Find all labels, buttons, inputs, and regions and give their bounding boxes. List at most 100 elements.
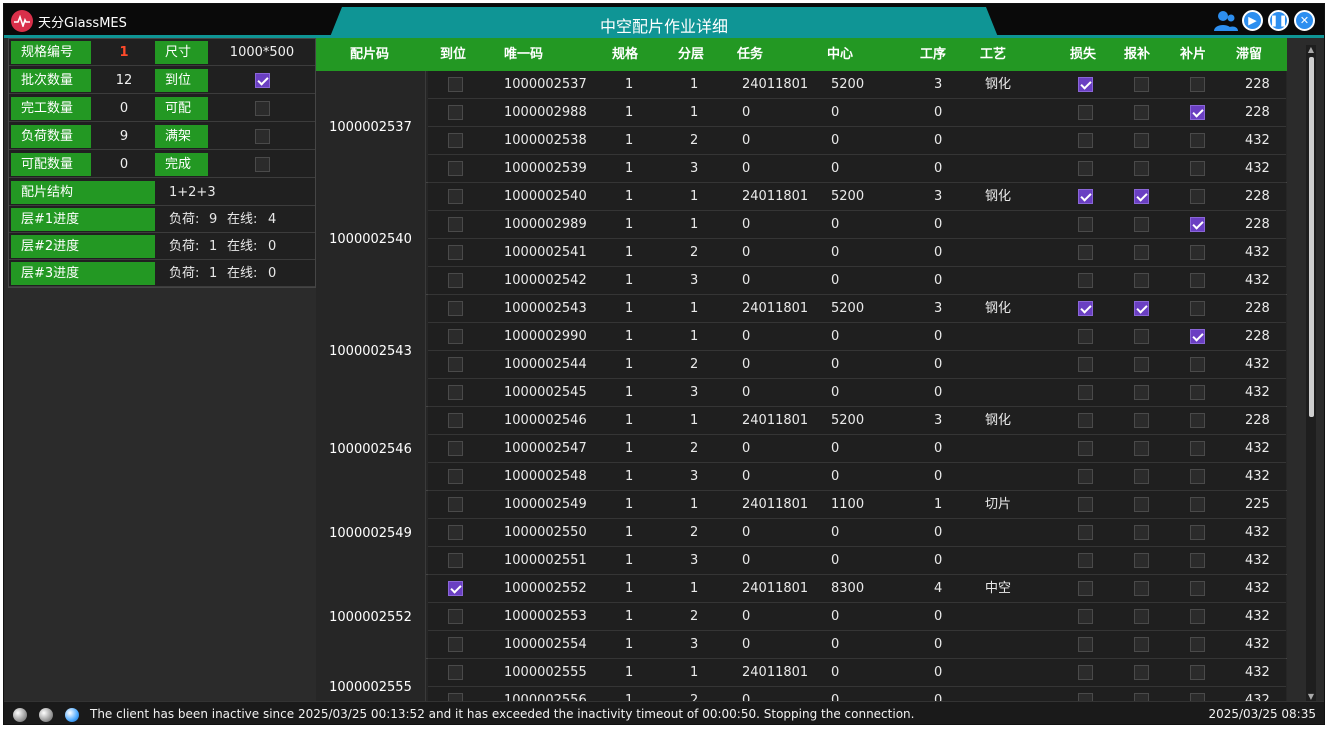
arrive-checkbox[interactable] [448,637,463,652]
arrive-checkbox[interactable] [448,553,463,568]
table-row[interactable]: 1000002542 1 3 0 0 0 432 [428,267,1286,295]
report-checkbox[interactable] [1134,525,1149,540]
loss-checkbox[interactable] [1078,385,1093,400]
pairing-code[interactable]: 1000002552 [316,575,426,659]
patch-checkbox[interactable] [1190,301,1205,316]
loss-checkbox[interactable] [1078,245,1093,260]
loss-checkbox[interactable] [1078,357,1093,372]
patch-checkbox[interactable] [1190,469,1205,484]
pause-icon[interactable]: ❚❚ [1268,10,1289,31]
loss-checkbox[interactable] [1078,497,1093,512]
status-checkbox[interactable] [254,73,270,88]
table-row[interactable]: 1000002548 1 3 0 0 0 432 [428,463,1286,491]
arrive-checkbox[interactable] [448,77,463,92]
table-row[interactable]: 1000002540 1 1 24011801 5200 3 钢化 228 [428,183,1286,211]
close-icon[interactable]: ✕ [1294,10,1315,31]
pairing-code[interactable]: 1000002549 [316,491,426,575]
patch-checkbox[interactable] [1190,161,1205,176]
patch-checkbox[interactable] [1190,245,1205,260]
arrive-checkbox[interactable] [448,245,463,260]
loss-checkbox[interactable] [1078,637,1093,652]
vertical-scrollbar[interactable]: ▲ ▼ [1306,45,1316,701]
table-row[interactable]: 1000002552 1 1 24011801 8300 4 中空 432 [428,575,1286,603]
col-pairing-code[interactable]: 配片码 [350,38,389,71]
scroll-up-icon[interactable]: ▲ [1306,45,1316,54]
patch-checkbox[interactable] [1190,581,1205,596]
report-checkbox[interactable] [1134,693,1149,701]
loss-checkbox[interactable] [1078,329,1093,344]
table-row[interactable]: 1000002555 1 1 24011801 0 0 432 [428,659,1286,687]
report-checkbox[interactable] [1134,497,1149,512]
report-checkbox[interactable] [1134,245,1149,260]
report-checkbox[interactable] [1134,469,1149,484]
col-arrive[interactable]: 到位 [440,38,466,71]
pairing-code[interactable]: 1000002543 [316,295,426,407]
loss-checkbox[interactable] [1078,441,1093,456]
table-row[interactable]: 1000002553 1 2 0 0 0 432 [428,603,1286,631]
loss-checkbox[interactable] [1078,609,1093,624]
report-checkbox[interactable] [1134,581,1149,596]
pairing-code[interactable]: 1000002546 [316,407,426,491]
loss-checkbox[interactable] [1078,581,1093,596]
patch-checkbox[interactable] [1190,217,1205,232]
col-center[interactable]: 中心 [827,38,853,71]
arrive-checkbox[interactable] [448,609,463,624]
loss-checkbox[interactable] [1078,189,1093,204]
loss-checkbox[interactable] [1078,105,1093,120]
patch-checkbox[interactable] [1190,105,1205,120]
col-task[interactable]: 任务 [737,38,763,71]
scroll-thumb[interactable] [1309,57,1314,417]
col-unique-code[interactable]: 唯一码 [504,38,543,71]
table-row[interactable]: 1000002537 1 1 24011801 5200 3 钢化 228 [428,71,1286,99]
loss-checkbox[interactable] [1078,469,1093,484]
arrive-checkbox[interactable] [448,469,463,484]
col-process[interactable]: 工序 [920,38,946,71]
play-icon[interactable]: ▶ [1242,10,1263,31]
patch-checkbox[interactable] [1190,497,1205,512]
arrive-checkbox[interactable] [448,189,463,204]
loss-checkbox[interactable] [1078,77,1093,92]
table-row[interactable]: 1000002551 1 3 0 0 0 432 [428,547,1286,575]
arrive-checkbox[interactable] [448,329,463,344]
patch-checkbox[interactable] [1190,329,1205,344]
loss-checkbox[interactable] [1078,161,1093,176]
loss-checkbox[interactable] [1078,665,1093,680]
patch-checkbox[interactable] [1190,385,1205,400]
arrive-checkbox[interactable] [448,161,463,176]
report-checkbox[interactable] [1134,637,1149,652]
arrive-checkbox[interactable] [448,665,463,680]
pairing-code[interactable]: 1000002540 [316,183,426,295]
report-checkbox[interactable] [1134,273,1149,288]
table-row[interactable]: 1000002543 1 1 24011801 5200 3 钢化 228 [428,295,1286,323]
patch-checkbox[interactable] [1190,273,1205,288]
patch-checkbox[interactable] [1190,357,1205,372]
table-row[interactable]: 1000002988 1 1 0 0 0 228 [428,99,1286,127]
arrive-checkbox[interactable] [448,693,463,701]
report-checkbox[interactable] [1134,301,1149,316]
report-checkbox[interactable] [1134,553,1149,568]
loss-checkbox[interactable] [1078,693,1093,701]
table-row[interactable]: 1000002541 1 2 0 0 0 432 [428,239,1286,267]
user-icon[interactable] [1214,10,1238,32]
patch-checkbox[interactable] [1190,665,1205,680]
arrive-checkbox[interactable] [448,581,463,596]
col-spec[interactable]: 规格 [612,38,638,71]
arrive-checkbox[interactable] [448,413,463,428]
arrive-checkbox[interactable] [448,273,463,288]
loss-checkbox[interactable] [1078,553,1093,568]
report-checkbox[interactable] [1134,161,1149,176]
col-craft[interactable]: 工艺 [980,38,1006,71]
report-checkbox[interactable] [1134,77,1149,92]
table-row[interactable]: 1000002546 1 1 24011801 5200 3 钢化 228 [428,407,1286,435]
table-row[interactable]: 1000002544 1 2 0 0 0 432 [428,351,1286,379]
status-checkbox[interactable] [254,101,270,116]
report-checkbox[interactable] [1134,329,1149,344]
col-report[interactable]: 报补 [1124,38,1150,71]
patch-checkbox[interactable] [1190,413,1205,428]
patch-checkbox[interactable] [1190,133,1205,148]
report-checkbox[interactable] [1134,357,1149,372]
report-checkbox[interactable] [1134,217,1149,232]
pairing-code[interactable]: 1000002555 [316,659,426,701]
report-checkbox[interactable] [1134,609,1149,624]
col-patch[interactable]: 补片 [1180,38,1206,71]
